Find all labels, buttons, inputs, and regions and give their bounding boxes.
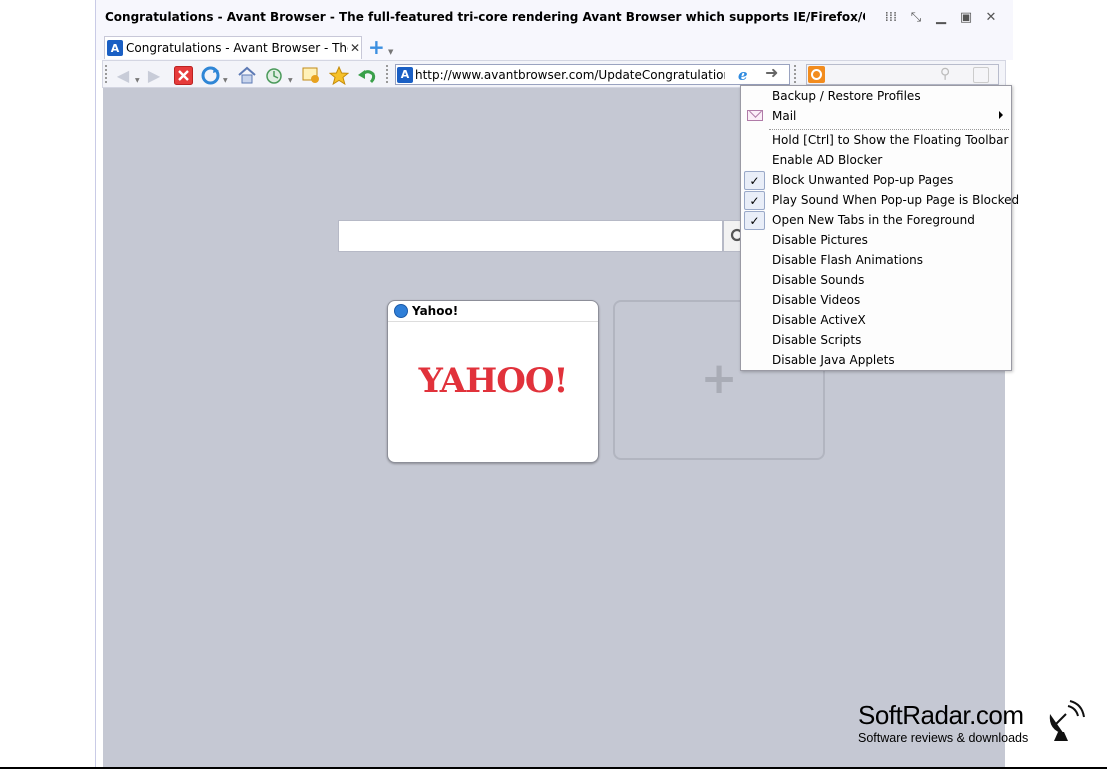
menu-item-label: Disable Pictures <box>772 233 868 247</box>
search-magnifier-icon[interactable]: ⚲ <box>940 66 950 82</box>
feeds-icon[interactable] <box>300 64 322 86</box>
toolbar-grip-address[interactable] <box>386 65 389 83</box>
back-dropdown-icon[interactable]: ▼ <box>135 77 140 84</box>
forward-arrow-icon[interactable]: ▶ <box>143 64 165 86</box>
menu-item-disable-java-applets[interactable]: Disable Java Applets <box>741 350 1011 370</box>
title-bar: Congratulations - Avant Browser - The fu… <box>96 0 1013 34</box>
menu-item-backup-restore-profiles[interactable]: Backup / Restore Profiles <box>741 86 1011 106</box>
search-box[interactable]: ⚲ <box>806 64 999 85</box>
maximize-icon[interactable]: ▣ <box>957 9 975 25</box>
menu-item-disable-pictures[interactable]: Disable Pictures <box>741 230 1011 250</box>
menu-item-label: Block Unwanted Pop-up Pages <box>772 173 954 187</box>
tab-close-icon[interactable]: ✕ <box>350 41 360 55</box>
minimize-icon[interactable]: ▁ <box>932 9 950 25</box>
toolbar-grip-search[interactable] <box>794 65 797 83</box>
page-search-input[interactable] <box>338 220 723 252</box>
menu-item-mail[interactable]: Mail <box>741 106 1011 126</box>
menu-item-label: Mail <box>772 109 797 123</box>
refresh-icon[interactable] <box>199 64 221 86</box>
menu-item-disable-sounds[interactable]: Disable Sounds <box>741 270 1011 290</box>
satellite-dish-icon <box>1049 700 1085 741</box>
grid-icon[interactable]: ⁞⁞⁞ <box>882 9 900 25</box>
checkmark-icon: ✓ <box>744 191 765 210</box>
address-bar[interactable]: A e <box>395 64 790 85</box>
new-tab-dropdown-icon[interactable]: ▼ <box>388 48 393 56</box>
menu-item-label: Backup / Restore Profiles <box>772 89 921 103</box>
tab-bar: A Congratulations - Avant Browser - The.… <box>96 34 1013 60</box>
menu-item-disable-scripts[interactable]: Disable Scripts <box>741 330 1011 350</box>
speed-dial-tile-yahoo[interactable]: Yahoo! YAHOO! <box>387 300 599 463</box>
menu-item-label: Disable Java Applets <box>772 353 895 367</box>
tools-dropdown-menu: Backup / Restore Profiles Mail Hold [Ctr… <box>740 85 1019 371</box>
new-tab-plus-icon[interactable]: + <box>368 37 385 57</box>
menu-item-label: Disable Sounds <box>772 273 865 287</box>
history-icon[interactable] <box>263 64 285 86</box>
menu-item-disable-activex[interactable]: Disable ActiveX <box>741 310 1011 330</box>
history-dropdown-icon[interactable]: ▼ <box>288 77 293 84</box>
favorites-star-icon[interactable] <box>328 64 350 86</box>
undo-close-tab-icon[interactable] <box>356 64 378 86</box>
go-arrow-icon[interactable]: ➜ <box>765 63 778 82</box>
menu-item-label: Disable ActiveX <box>772 313 866 327</box>
tab-label: Congratulations - Avant Browser - The... <box>126 41 348 55</box>
checkmark-icon: ✓ <box>744 171 765 190</box>
avant-browser-icon: A <box>107 40 123 56</box>
yahoo-logo: YAHOO! <box>418 361 569 401</box>
tile-title: Yahoo! <box>412 304 459 318</box>
menu-item-disable-videos[interactable]: Disable Videos <box>741 290 1011 310</box>
menu-item-label: Play Sound When Pop-up Page is Blocked <box>772 193 1020 207</box>
watermark-tagline: Software reviews & downloads <box>858 731 1029 745</box>
watermark-name: SoftRadar.com <box>858 700 1024 730</box>
home-icon[interactable] <box>236 64 258 86</box>
mail-icon <box>747 110 763 121</box>
search-options-icon[interactable] <box>973 67 989 83</box>
menu-item-ad-blocker[interactable]: Enable AD Blocker <box>741 150 1011 170</box>
menu-item-label: Disable Videos <box>772 293 861 307</box>
menu-item-label: Enable AD Blocker <box>772 153 883 167</box>
address-input[interactable] <box>415 67 725 82</box>
menu-item-floating-toolbar[interactable]: Hold [Ctrl] to Show the Floating Toolbar <box>741 130 1011 150</box>
menu-item-label: Hold [Ctrl] to Show the Floating Toolbar <box>772 133 1009 147</box>
menu-item-label: Open New Tabs in the Foreground <box>772 213 975 227</box>
close-icon[interactable]: ✕ <box>982 9 1000 25</box>
submenu-arrow-icon <box>999 111 1003 119</box>
window-title: Congratulations - Avant Browser - The fu… <box>105 10 865 24</box>
menu-item-popup-sound[interactable]: ✓ Play Sound When Pop-up Page is Blocked <box>741 190 1019 210</box>
softradar-watermark: SoftRadar.com Software reviews & downloa… <box>858 700 1058 745</box>
menu-item-block-popups[interactable]: ✓ Block Unwanted Pop-up Pages <box>741 170 1011 190</box>
search-engine-icon[interactable] <box>808 66 825 83</box>
tab-congratulations[interactable]: A Congratulations - Avant Browser - The.… <box>104 36 362 59</box>
back-arrow-icon[interactable]: ◀ <box>112 64 134 86</box>
stop-icon[interactable] <box>172 64 194 86</box>
ie-engine-icon[interactable]: e <box>738 66 748 84</box>
collapse-icon[interactable]: ⤡ <box>907 9 925 25</box>
checkmark-icon: ✓ <box>744 211 765 230</box>
refresh-dropdown-icon[interactable]: ▼ <box>223 77 228 84</box>
tile-header: Yahoo! <box>388 301 598 322</box>
menu-item-label: Disable Scripts <box>772 333 862 347</box>
menu-item-label: Disable Flash Animations <box>772 253 924 267</box>
globe-icon <box>394 304 408 318</box>
navigation-toolbar: ◀ ▼ ▶ ▼ ▼ A e ➜ <box>102 60 1006 88</box>
toolbar-grip[interactable] <box>105 65 108 83</box>
menu-item-disable-flash[interactable]: Disable Flash Animations <box>741 250 1011 270</box>
menu-item-new-tabs-foreground[interactable]: ✓ Open New Tabs in the Foreground <box>741 210 1011 230</box>
site-favicon-icon: A <box>397 66 413 83</box>
